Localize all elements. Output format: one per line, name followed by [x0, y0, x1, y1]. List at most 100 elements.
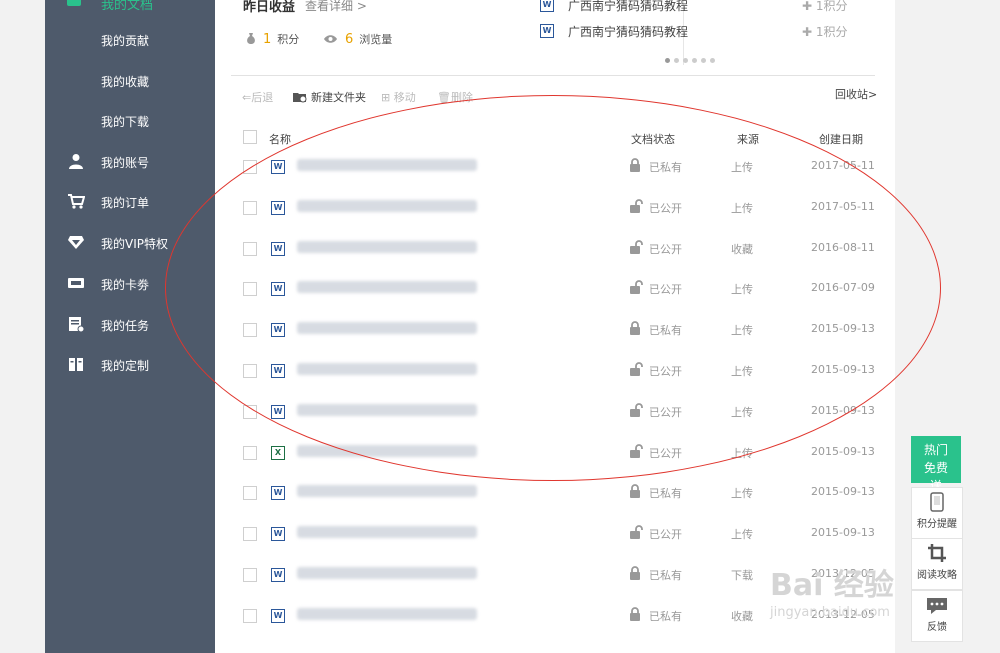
sidebar-item-favorites[interactable]: 我的收藏	[45, 60, 215, 100]
header-date: 创建日期	[819, 133, 863, 146]
chat-icon	[927, 598, 947, 614]
move-label: 移动	[393, 91, 416, 104]
sidebar-item-label: 我的文档	[101, 0, 154, 13]
views-value: 6	[345, 32, 354, 47]
move-icon: ⊞	[381, 91, 394, 104]
views-stat: 6 浏览量	[323, 31, 392, 47]
excel-file-icon: X	[271, 445, 285, 460]
file-name-blurred[interactable]	[297, 485, 477, 498]
sidebar-item-account[interactable]: 我的账号	[45, 141, 215, 181]
lock-icon	[629, 606, 641, 621]
promo-title: 广西南宁猜码猜码教程	[568, 0, 689, 13]
lock-icon	[629, 566, 641, 580]
row-checkbox[interactable]	[243, 568, 257, 582]
phone-icon	[930, 492, 944, 512]
doc-source: 收藏	[731, 609, 753, 623]
divider	[231, 75, 875, 76]
doc-source: 上传	[731, 487, 753, 501]
doc-status: 已私有	[649, 609, 682, 623]
word-file-icon: W	[271, 568, 285, 582]
arrow-left-icon: ⇐	[242, 91, 252, 104]
carousel-dot[interactable]	[710, 58, 715, 63]
back-button[interactable]: ⇐后退	[242, 89, 273, 105]
promo-points: ✚ 1积分	[802, 0, 848, 14]
promo-points: ✚ 1积分	[802, 23, 848, 40]
earnings-title: 昨日收益	[243, 0, 296, 15]
file-name-blurred[interactable]	[297, 567, 477, 579]
feedback-button[interactable]: 反馈	[911, 590, 963, 642]
points-remind-label: 积分提醒	[917, 519, 957, 530]
hot-free-button[interactable]: 热门免费送	[911, 436, 961, 493]
points-label: 积分	[277, 33, 300, 46]
sidebar-item-label: 我的下载	[101, 115, 150, 129]
carousel-dots[interactable]	[665, 48, 719, 67]
views-label: 浏览量	[359, 33, 393, 46]
annotation-ellipse	[165, 95, 941, 481]
table-row[interactable]: W 已公开 上传 2015-09-13	[231, 513, 875, 554]
row-checkbox[interactable]	[243, 486, 257, 501]
word-file-icon: W	[540, 24, 554, 38]
sidebar-item-label: 我的任务	[101, 319, 150, 333]
file-name-blurred[interactable]	[297, 607, 477, 620]
document-icon	[67, 0, 81, 6]
points-value: 1	[263, 32, 272, 47]
points-remind-button[interactable]: 积分提醒	[911, 487, 963, 539]
eye-icon	[324, 35, 337, 43]
sidebar-item-orders[interactable]: 我的订单	[45, 181, 215, 221]
unlock-icon	[629, 525, 643, 540]
word-file-icon: W	[271, 608, 285, 623]
sidebar-item-my-docs[interactable]: 我的文档	[45, 0, 215, 14]
row-checkbox[interactable]	[243, 608, 257, 623]
carousel-dot[interactable]	[683, 58, 688, 63]
sidebar-item-label: 我的卡劵	[101, 278, 150, 292]
doc-date: 2015-09-13	[811, 526, 875, 540]
sidebar-item-contributions[interactable]: 我的贡献	[45, 19, 215, 59]
custom-icon	[69, 358, 83, 371]
money-bag-icon	[247, 33, 255, 44]
select-all-checkbox[interactable]	[243, 130, 257, 144]
doc-date: 2015-09-13	[811, 485, 875, 499]
header-name: 名称	[269, 133, 291, 146]
word-file-icon: W	[540, 0, 554, 12]
cart-icon	[68, 194, 85, 209]
feedback-label: 反馈	[927, 622, 947, 633]
new-folder-icon	[293, 93, 307, 103]
carousel-dot[interactable]	[665, 58, 670, 63]
back-label: 后退	[251, 91, 274, 104]
word-file-icon: W	[271, 486, 285, 501]
new-folder-button[interactable]: 新建文件夹	[292, 89, 366, 105]
carousel-dot[interactable]	[692, 58, 697, 63]
doc-status: 已私有	[649, 569, 682, 582]
carousel-dot[interactable]	[701, 58, 706, 63]
sidebar-item-label: 我的账号	[101, 156, 150, 170]
sidebar-item-downloads[interactable]: 我的下载	[45, 100, 215, 140]
doc-status: 已公开	[649, 528, 682, 542]
carousel-dot[interactable]	[674, 58, 679, 63]
ticket-icon	[68, 278, 84, 288]
lock-icon	[629, 484, 641, 499]
crop-icon	[928, 544, 946, 562]
file-name-blurred[interactable]	[297, 526, 477, 539]
new-folder-label: 新建文件夹	[311, 91, 366, 104]
plus-icon: ✚	[802, 25, 816, 39]
word-file-icon: W	[271, 527, 285, 542]
watermark-url: jingyan.baidu.com	[770, 605, 890, 620]
row-checkbox[interactable]	[243, 445, 257, 460]
sidebar-item-label: 我的VIP特权	[101, 237, 168, 251]
promo-item[interactable]: W 广西南宁猜码猜码教程 ✚ 1积分	[540, 22, 890, 42]
baidu-jingyan-watermark: Bai 经验	[770, 568, 894, 603]
move-button[interactable]: ⊞ 移动	[381, 89, 416, 105]
diamond-icon	[68, 236, 84, 249]
promo-title: 广西南宁猜码猜码教程	[568, 25, 689, 39]
promo-item[interactable]: W 广西南宁猜码猜码教程 ✚ 1积分	[540, 0, 890, 16]
reading-guide-button[interactable]: 阅读攻略	[911, 538, 963, 590]
task-icon	[69, 317, 85, 332]
row-checkbox[interactable]	[243, 527, 257, 542]
doc-status: 已私有	[649, 487, 682, 501]
sidebar-item-label: 我的贡献	[101, 34, 150, 48]
earnings-detail-link[interactable]: 查看详细 >	[305, 0, 367, 14]
promo-points-value: 1积分	[815, 0, 848, 13]
recycle-bin-link[interactable]: 回收站>	[835, 86, 877, 102]
doc-date: 2015-09-13	[811, 444, 875, 458]
reading-guide-label: 阅读攻略	[917, 570, 957, 581]
